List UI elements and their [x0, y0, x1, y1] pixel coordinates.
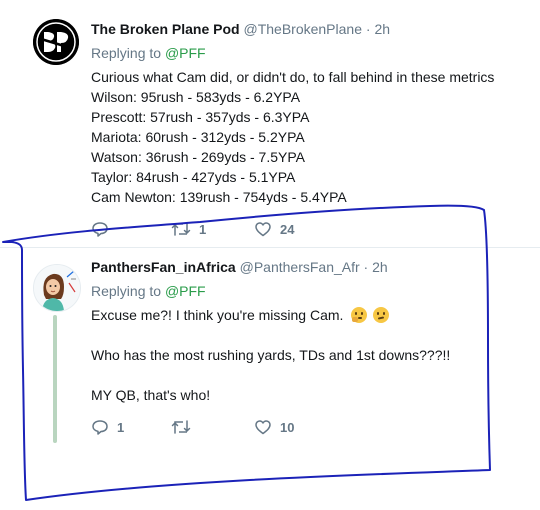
like-button[interactable]: 10: [254, 418, 294, 436]
replying-prefix: Replying to: [91, 283, 162, 299]
separator-dot: ·: [365, 21, 371, 37]
reply-count: 1: [117, 419, 125, 435]
separator-dot: ·: [363, 259, 369, 275]
tweet-text-line: Excuse me?! I think you're missing Cam.: [91, 306, 390, 324]
tweet-text: Excuse me?! I think you're missing Cam.: [91, 307, 344, 323]
tweet-text-line: Cam Newton: 139rush - 754yds - 5.4YPA: [91, 189, 347, 205]
reply-button[interactable]: [91, 220, 171, 238]
reply-icon: [92, 420, 108, 435]
replying-to: Replying to @PFF: [91, 44, 206, 62]
thread-connector-line: [53, 315, 57, 443]
heart-icon: [255, 222, 271, 237]
heart-icon: [255, 420, 271, 435]
tweet-text-line: Wilson: 95rush - 583yds - 6.2YPA: [91, 89, 301, 105]
tweet-header: PanthersFan_inAfrica @PanthersFan_Afr · …: [91, 258, 388, 276]
retweet-icon: [171, 222, 191, 236]
cartoon-woman-avatar-icon: [34, 265, 80, 311]
tweet-text-line: Who has the most rushing yards, TDs and …: [91, 347, 451, 363]
display-name[interactable]: The Broken Plane Pod: [91, 21, 240, 37]
thinking-face-emoji-icon: [351, 307, 368, 323]
confused-face-emoji-icon: [373, 307, 390, 323]
reply-button[interactable]: 1: [91, 418, 171, 436]
like-button[interactable]: 24: [254, 220, 294, 238]
tweet-text-line: MY QB, that's who!: [91, 387, 211, 403]
timeline: The Broken Plane Pod @TheBrokenPlane · 2…: [0, 0, 540, 510]
user-handle[interactable]: @PanthersFan_Afr: [240, 259, 360, 275]
retweet-button[interactable]: [171, 418, 254, 436]
tweet-text-line: Curious what Cam did, or didn't do, to f…: [91, 69, 495, 85]
tweet-header: The Broken Plane Pod @TheBrokenPlane · 2…: [91, 20, 390, 38]
tweet-actions: 1 24: [91, 219, 294, 239]
avatar[interactable]: [33, 19, 79, 65]
avatar[interactable]: [33, 264, 81, 312]
tweet-text-line: Taylor: 84rush - 427yds - 5.1YPA: [91, 169, 296, 185]
display-name[interactable]: PanthersFan_inAfrica: [91, 259, 236, 275]
tweet-actions: 1 10: [91, 417, 294, 437]
tweet-divider: [0, 247, 540, 248]
reply-icon: [92, 222, 108, 237]
like-count: 24: [280, 221, 295, 237]
mention-link[interactable]: @PFF: [165, 45, 206, 61]
replying-to: Replying to @PFF: [91, 282, 206, 300]
timestamp[interactable]: 2h: [374, 21, 390, 37]
tweet-text-line: Prescott: 57rush - 357yds - 6.3YPA: [91, 109, 310, 125]
timestamp[interactable]: 2h: [372, 259, 388, 275]
retweet-icon: [171, 420, 191, 434]
mention-link[interactable]: @PFF: [165, 283, 206, 299]
user-handle[interactable]: @TheBrokenPlane: [243, 21, 362, 37]
replying-prefix: Replying to: [91, 45, 162, 61]
tweet-text-line: Watson: 36rush - 269yds - 7.5YPA: [91, 149, 305, 165]
tweet-text-line: Mariota: 60rush - 312yds - 5.2YPA: [91, 129, 305, 145]
retweet-button[interactable]: 1: [171, 220, 254, 238]
broken-plane-logo-icon: [33, 19, 79, 65]
retweet-count: 1: [199, 221, 207, 237]
like-count: 10: [280, 419, 295, 435]
